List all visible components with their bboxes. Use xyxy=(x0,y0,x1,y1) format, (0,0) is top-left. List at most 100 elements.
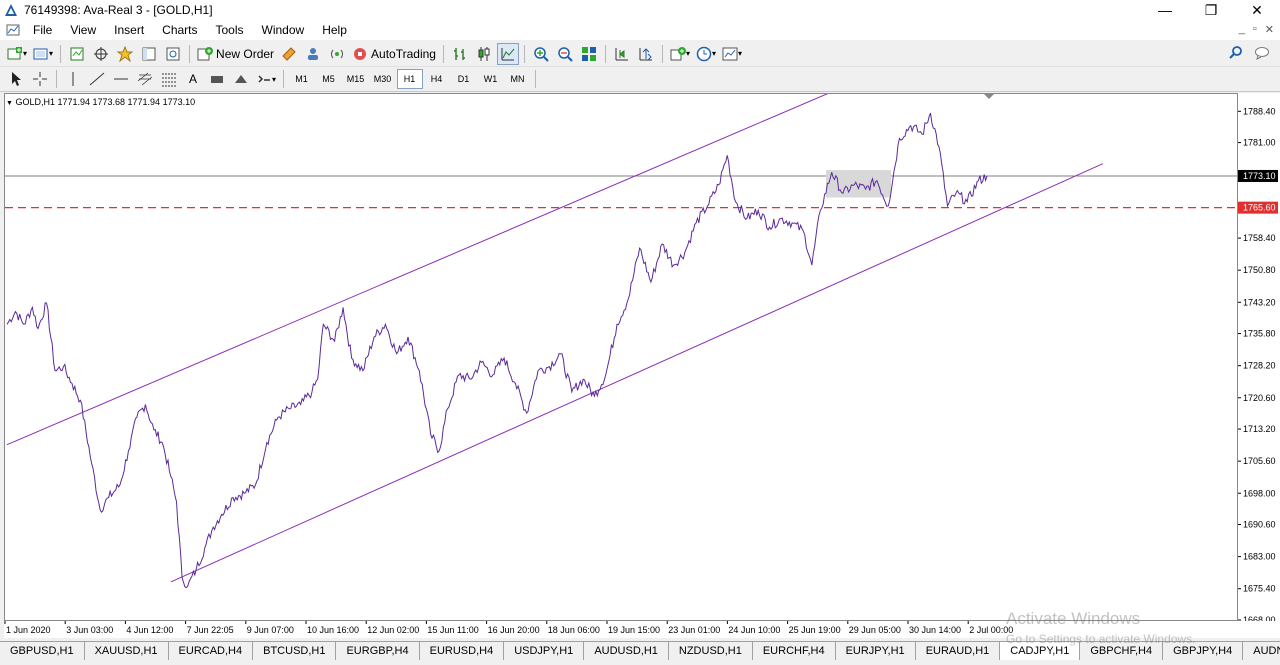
chat-bubble-icon xyxy=(1255,47,1269,60)
strategy-tester-button[interactable] xyxy=(162,43,184,65)
bar-chart-icon xyxy=(453,47,465,60)
minimize-button[interactable]: — xyxy=(1142,0,1188,20)
search-button[interactable] xyxy=(1228,45,1244,64)
candlestick-icon xyxy=(478,46,490,61)
chart-tab-eurusd-h4[interactable]: EURUSD,H4 xyxy=(419,642,505,660)
title-bar: 76149398: Ava-Real 3 - [GOLD,H1] — ❐ ✕ xyxy=(0,0,1280,20)
shapes-tool[interactable] xyxy=(230,68,252,90)
price-tick-label: 1675.40 xyxy=(1243,584,1276,594)
cursor-tool[interactable] xyxy=(5,68,27,90)
profiles-button[interactable]: ▾ xyxy=(31,43,55,65)
price-tick-label: 1720.60 xyxy=(1243,393,1276,403)
navigator-button[interactable] xyxy=(114,43,136,65)
chart-tab-eurchf-h4[interactable]: EURCHF,H4 xyxy=(752,642,836,660)
mdi-minimize-icon[interactable]: _ xyxy=(1239,23,1245,36)
fibonacci-tool[interactable] xyxy=(158,68,180,90)
trendline-tool[interactable] xyxy=(86,68,108,90)
zoom-in-button[interactable] xyxy=(530,43,552,65)
timeframe-m5[interactable]: M5 xyxy=(316,69,342,89)
collapse-triangle-icon[interactable]: ▼ xyxy=(6,100,13,107)
timeframe-m30[interactable]: M30 xyxy=(370,69,396,89)
line-chart-button[interactable] xyxy=(496,42,519,65)
periods-button[interactable]: ▾ xyxy=(694,43,718,65)
new-order-button[interactable]: New Order xyxy=(195,43,276,65)
data-window-button[interactable] xyxy=(90,43,112,65)
chart-tab-audusd-h1[interactable]: AUDUSD,H1 xyxy=(584,642,669,660)
equidistant-channel-tool[interactable] xyxy=(134,68,156,90)
candlestick-button[interactable] xyxy=(473,43,495,65)
chart-tab-gbpusd-h1[interactable]: GBPUSD,H1 xyxy=(0,642,85,660)
time-tick-label: 25 Jun 19:00 xyxy=(789,625,841,635)
zoom-out-button[interactable] xyxy=(554,43,576,65)
signals-button[interactable] xyxy=(302,43,324,65)
chart-tab-eurgbp-h4[interactable]: EURGBP,H4 xyxy=(336,642,420,660)
mdi-close-icon[interactable]: ✕ xyxy=(1265,23,1274,36)
timeframe-h4[interactable]: H4 xyxy=(424,69,450,89)
chart-tab-nzdusd-h1[interactable]: NZDUSD,H1 xyxy=(668,642,753,660)
market-button[interactable] xyxy=(326,43,348,65)
chart-tab-btcusd-h1[interactable]: BTCUSD,H1 xyxy=(253,642,337,660)
autoscroll-button[interactable] xyxy=(635,43,657,65)
chart-menu-icon[interactable] xyxy=(6,23,22,37)
timeframe-h1[interactable]: H1 xyxy=(396,69,423,89)
menu-window[interactable]: Window xyxy=(253,23,314,37)
label-icon xyxy=(211,76,223,83)
menu-help[interactable]: Help xyxy=(313,23,356,37)
new-chart-button[interactable]: ▾ xyxy=(5,43,29,65)
label-tool[interactable] xyxy=(206,68,228,90)
time-tick-label: 23 Jun 01:00 xyxy=(668,625,720,635)
autotrading-button[interactable]: AutoTrading xyxy=(350,43,438,65)
chart-shift-button[interactable] xyxy=(611,43,633,65)
menu-insert[interactable]: Insert xyxy=(105,23,153,37)
chart-shift-marker[interactable] xyxy=(984,94,994,99)
market-watch-icon xyxy=(70,47,84,60)
menu-charts[interactable]: Charts xyxy=(153,23,206,37)
metaeditor-button[interactable] xyxy=(278,43,300,65)
time-tick-label: 18 Jun 06:00 xyxy=(548,625,600,635)
chart-tab-usdjpy-h1[interactable]: USDJPY,H1 xyxy=(504,642,585,660)
market-watch-button[interactable] xyxy=(66,43,88,65)
timeframe-w1[interactable]: W1 xyxy=(478,69,504,89)
chart-tab-audnzd-h1[interactable]: AUDNZD,H1 xyxy=(1243,642,1280,660)
close-button[interactable]: ✕ xyxy=(1234,0,1280,20)
time-tick-label: 19 Jun 15:00 xyxy=(608,625,660,635)
timeframe-mn[interactable]: MN xyxy=(505,69,531,89)
price-tick-label: 1728.20 xyxy=(1243,361,1276,371)
timeframe-m1[interactable]: M1 xyxy=(289,69,315,89)
chart-tab-eurcad-h4[interactable]: EURCAD,H4 xyxy=(168,642,254,660)
menu-tools[interactable]: Tools xyxy=(207,23,253,37)
channel-upper-line[interactable] xyxy=(6,94,832,446)
terminal-button[interactable] xyxy=(138,43,160,65)
chart-window[interactable] xyxy=(4,93,1238,621)
tile-windows-button[interactable] xyxy=(578,43,600,65)
new-chart-icon xyxy=(7,46,22,59)
templates-button[interactable]: ▾ xyxy=(720,43,744,65)
mdi-restore-icon[interactable]: ▫ xyxy=(1253,23,1257,36)
menu-view[interactable]: View xyxy=(61,23,105,37)
chart-tab-eurjpy-h1[interactable]: EURJPY,H1 xyxy=(835,642,916,660)
channel-lower-line[interactable] xyxy=(170,163,1103,583)
price-axis[interactable]: 1788.40 1781.00 1773.10 1765.60 1758.40 1750.… xyxy=(1238,93,1280,625)
menu-file[interactable]: File xyxy=(24,23,61,37)
crosshair-tool[interactable] xyxy=(29,68,51,90)
chart-tab-xauusd-h1[interactable]: XAUUSD,H1 xyxy=(84,642,169,660)
new-order-label: New Order xyxy=(216,46,275,61)
close-icon: ✕ xyxy=(1251,1,1263,18)
arrows-icon xyxy=(258,75,270,83)
horizontal-line-tool[interactable] xyxy=(110,68,132,90)
text-tool[interactable]: A xyxy=(182,68,204,90)
bar-chart-button[interactable] xyxy=(449,43,471,65)
zoom-in-icon xyxy=(534,46,549,62)
timeframe-m15[interactable]: M15 xyxy=(343,69,369,89)
price-tick-label: 1758.40 xyxy=(1243,233,1276,243)
maximize-button[interactable]: ❐ xyxy=(1188,0,1234,20)
price-chart[interactable] xyxy=(5,94,1237,620)
vertical-line-tool[interactable] xyxy=(62,68,84,90)
indicators-button[interactable]: ▾ xyxy=(668,43,692,65)
triangle-icon xyxy=(235,75,247,83)
timeframe-d1[interactable]: D1 xyxy=(451,69,477,89)
chat-button[interactable] xyxy=(1254,45,1270,64)
price-tick-label: 1743.20 xyxy=(1243,297,1276,307)
arrows-tool[interactable]: ▾ xyxy=(254,68,278,90)
chart-tab-euraud-h1[interactable]: EURAUD,H1 xyxy=(915,642,1001,660)
